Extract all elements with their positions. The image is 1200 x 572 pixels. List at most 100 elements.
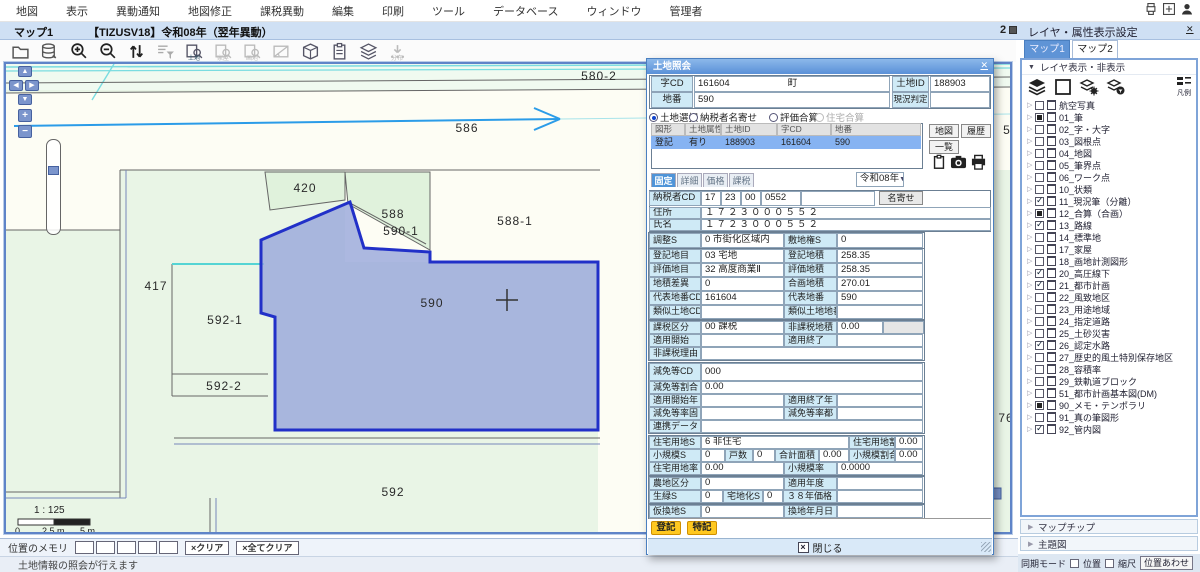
history-button[interactable]: 履歴 <box>961 124 991 138</box>
menu-0[interactable]: 地図 <box>16 3 38 19</box>
expand-icon[interactable]: ▷ <box>1027 317 1032 325</box>
layer-style-icon[interactable] <box>1047 400 1056 410</box>
expand-icon[interactable]: ▷ <box>1027 341 1032 349</box>
blank-layer-icon[interactable] <box>1054 78 1072 96</box>
memory-slot-5[interactable] <box>159 541 178 554</box>
layer-filter-icon[interactable] <box>1106 77 1126 97</box>
layer-row-14_標準地[interactable]: ▷14_標準地 <box>1022 231 1196 243</box>
distribution-icon[interactable]: 分布 <box>387 41 407 61</box>
layer-checkbox[interactable] <box>1035 389 1044 398</box>
field-hyoka_chimoku-value[interactable]: 32 高度商業Ⅱ <box>701 263 784 277</box>
layer-checkbox[interactable] <box>1035 161 1044 170</box>
table-header-0[interactable]: 図形 <box>651 123 685 136</box>
field-toki_chimoku-value[interactable]: 03 宅地 <box>701 249 784 263</box>
field-shokibo_ritsu-value[interactable]: 0.0000 <box>837 462 923 475</box>
layer-style-icon[interactable] <box>1047 148 1056 158</box>
field-daihyo_cd-value[interactable]: 161604 <box>701 291 784 305</box>
layer-checkbox[interactable] <box>1035 329 1044 338</box>
menu-10[interactable]: 管理者 <box>669 3 702 19</box>
chiban-value[interactable]: 590 <box>694 92 890 108</box>
table-cell-0[interactable]: 登記 <box>651 136 685 149</box>
pan-right-button[interactable]: ▶ <box>25 80 39 91</box>
layer-checkbox[interactable] <box>1035 113 1044 122</box>
layer-style-icon[interactable] <box>1047 376 1056 386</box>
menu-8[interactable]: データベース <box>493 3 558 19</box>
layers-stack-icon[interactable] <box>1027 77 1047 97</box>
layer-checkbox[interactable] <box>1035 413 1044 422</box>
layer-row-91_真の筆図形[interactable]: ▷91_真の筆図形 <box>1022 411 1196 423</box>
menu-7[interactable]: ツール <box>432 3 465 19</box>
nayose-button[interactable]: 名寄せ <box>879 191 923 205</box>
layer-checkbox[interactable] <box>1035 101 1044 110</box>
layer-panel-close-icon[interactable]: ✕ <box>1186 24 1194 35</box>
field-ruiji_chiban-value[interactable] <box>837 305 923 319</box>
layer-style-icon[interactable] <box>1047 172 1056 182</box>
close-box-icon[interactable]: × <box>798 542 809 553</box>
layer-checkbox[interactable] <box>1035 353 1044 362</box>
layer-checkbox[interactable] <box>1035 137 1044 146</box>
layer-row-20_高圧線下[interactable]: ▷20_高圧線下 <box>1022 267 1196 279</box>
layer-row-24_指定道路[interactable]: ▷24_指定道路 <box>1022 315 1196 327</box>
field-gokei_menseki-value[interactable]: 0.00 <box>819 449 849 462</box>
expand-icon[interactable]: ▷ <box>1027 233 1032 241</box>
layer-row-06_ワーク点[interactable]: ▷06_ワーク点 <box>1022 171 1196 183</box>
expand-icon[interactable]: ▷ <box>1027 149 1032 157</box>
layer-style-icon[interactable] <box>1047 136 1056 146</box>
layer-row-03_図根点[interactable]: ▷03_図根点 <box>1022 135 1196 147</box>
dialog-tab-2[interactable]: 価格 <box>703 173 728 187</box>
database-icon[interactable] <box>39 41 59 61</box>
layer-settings-icon[interactable] <box>1079 77 1099 97</box>
field-tekiyo_nendo-value[interactable] <box>837 477 923 490</box>
expand-icon[interactable]: ▷ <box>1027 305 1032 313</box>
map-zoom-out-button[interactable]: − <box>18 125 32 138</box>
layer-row-02_字・大字[interactable]: ▷02_字・大字 <box>1022 123 1196 135</box>
field-tekiyo_shuryo_nen-value[interactable] <box>837 394 923 407</box>
layer-style-icon[interactable] <box>1047 424 1056 434</box>
expand-icon[interactable]: ▷ <box>1027 101 1032 109</box>
menu-2[interactable]: 異動通知 <box>116 3 160 19</box>
field-renkei-value[interactable] <box>701 420 923 433</box>
expand-icon[interactable]: ▷ <box>1027 269 1032 277</box>
layer-row-航空写真[interactable]: ▷航空写真 <box>1022 99 1196 111</box>
layer-row-27_歴史的風土特別保存地区[interactable]: ▷27_歴史的風土特別保存地区 <box>1022 351 1196 363</box>
filter-list-icon[interactable] <box>155 41 175 61</box>
layer-style-icon[interactable] <box>1047 208 1056 218</box>
layer-style-icon[interactable] <box>1047 184 1056 194</box>
field-hikazei_riyu-value[interactable] <box>701 347 923 360</box>
expand-icon[interactable]: ▷ <box>1027 137 1032 145</box>
field-jutaku_ritsu-value[interactable]: 0.00 <box>701 462 784 475</box>
field-toki_chiseki-value[interactable]: 258.35 <box>837 249 923 263</box>
table-header-2[interactable]: 土地ID <box>721 123 777 136</box>
layer-checkbox[interactable] <box>1035 365 1044 374</box>
layer-checkbox[interactable] <box>1035 317 1044 326</box>
field-daihyo_chiban-value[interactable]: 590 <box>837 291 923 305</box>
table-header-1[interactable]: 土地属性 <box>685 123 721 136</box>
layer-style-icon[interactable] <box>1047 100 1056 110</box>
memory-slot-3[interactable] <box>117 541 136 554</box>
layer-style-icon[interactable] <box>1047 388 1056 398</box>
layer-style-icon[interactable] <box>1047 256 1056 266</box>
menu-5[interactable]: 編集 <box>332 3 354 19</box>
layer-checkbox[interactable] <box>1035 125 1044 134</box>
aza-cd-value[interactable]: 161604町 <box>694 76 890 92</box>
layer-style-icon[interactable] <box>1047 268 1056 278</box>
cube-icon[interactable] <box>300 41 320 61</box>
clipboard-icon[interactable] <box>329 41 349 61</box>
radio-circle[interactable] <box>815 113 824 122</box>
layer-style-icon[interactable] <box>1047 124 1056 134</box>
field-hyoka_chiseki-value[interactable]: 258.35 <box>837 263 923 277</box>
house-search-icon[interactable]: 家屋 <box>213 41 233 61</box>
layer-checkbox[interactable] <box>1035 401 1044 410</box>
expand-icon[interactable]: ▷ <box>1027 173 1032 181</box>
layer-style-icon[interactable] <box>1047 280 1056 290</box>
field-karikanchi-value[interactable]: 0 <box>701 505 784 518</box>
tab-map1[interactable]: マップ1 <box>1024 40 1070 58</box>
field-chiseki_sai-value[interactable]: 0 <box>701 277 784 291</box>
layer-checkbox[interactable] <box>1035 209 1044 218</box>
layer-row-51_都市計画基本図(DM)[interactable]: ▷51_都市計画基本図(DM) <box>1022 387 1196 399</box>
print-icon[interactable] <box>1144 2 1158 16</box>
expand-icon[interactable]: ▷ <box>1027 221 1032 229</box>
expand-icon[interactable]: ▷ <box>1027 377 1032 385</box>
menu-4[interactable]: 課税異動 <box>260 3 304 19</box>
sync-position-checkbox[interactable] <box>1070 559 1079 568</box>
